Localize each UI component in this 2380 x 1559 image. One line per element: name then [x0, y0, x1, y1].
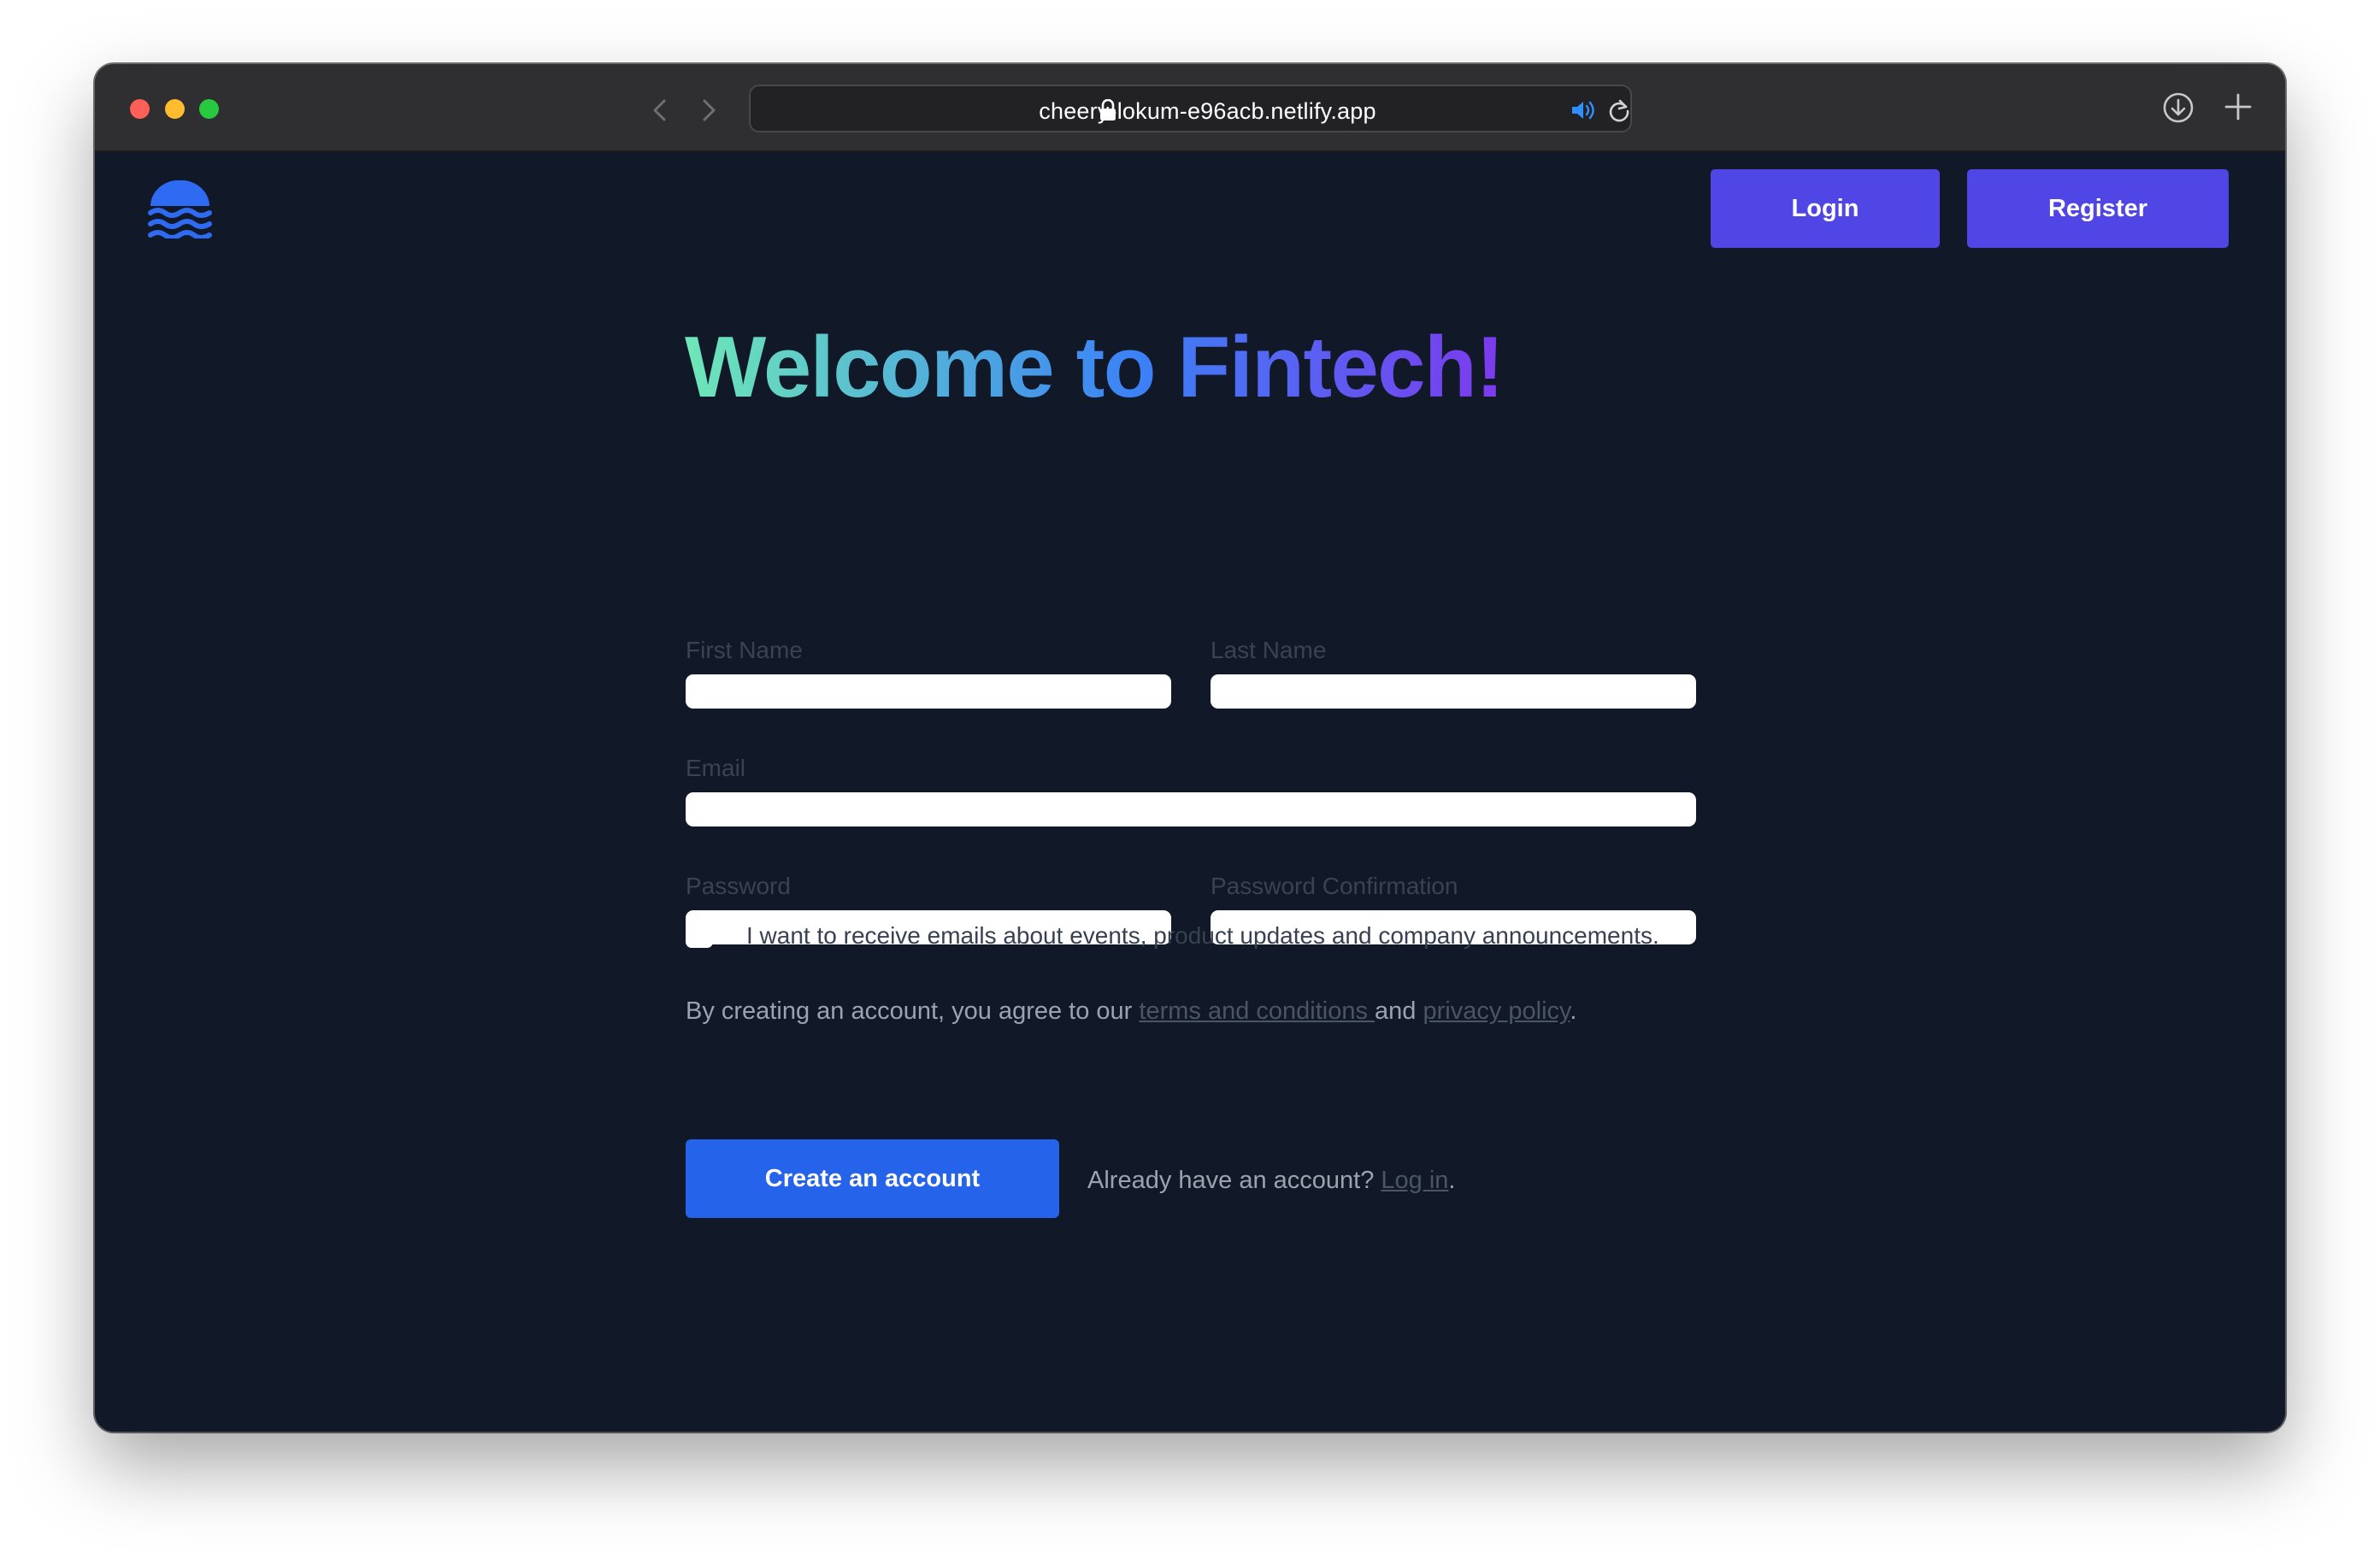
new-tab-icon[interactable] — [2224, 92, 2253, 121]
browser-toolbar: cheery-lokum-e96acb.netlify.app — [95, 64, 2285, 152]
first-name-label: First Name — [686, 637, 803, 663]
email-label: Email — [686, 755, 746, 781]
reload-icon[interactable] — [1606, 97, 1632, 123]
already-have-account-text: Already have an account? Log in. — [1087, 1167, 1455, 1195]
terms-suffix: . — [1570, 997, 1577, 1025]
email-field[interactable] — [686, 792, 1696, 827]
login-button[interactable]: Login — [1711, 169, 1940, 248]
url-text: cheery-lokum-e96acb.netlify.app — [1039, 98, 1376, 124]
minimize-window-button[interactable] — [165, 99, 185, 119]
terms-text: By creating an account, you agree to our… — [686, 997, 1576, 1026]
marketing-checkbox[interactable] — [686, 921, 713, 948]
speaker-icon[interactable] — [1570, 98, 1597, 122]
marketing-label: I want to receive emails about events, p… — [746, 922, 1659, 949]
create-account-button[interactable]: Create an account — [686, 1139, 1059, 1218]
terms-prefix: By creating an account, you agree to our — [686, 997, 1140, 1025]
zoom-window-button[interactable] — [199, 99, 219, 119]
first-name-field[interactable] — [686, 674, 1171, 709]
last-name-field[interactable] — [1211, 674, 1696, 709]
terms-link[interactable]: terms and conditions — [1139, 997, 1375, 1025]
password-confirmation-label: Password Confirmation — [1211, 873, 1458, 899]
page-title: Welcome to Fintech! — [685, 320, 1505, 415]
password-label: Password — [686, 873, 791, 899]
waves-logo-icon[interactable] — [147, 179, 213, 240]
browser-window: cheery-lokum-e96acb.netlify.app Login Re… — [95, 64, 2285, 1432]
forward-icon[interactable] — [691, 93, 725, 127]
already-suffix: . — [1448, 1167, 1456, 1194]
last-name-label: Last Name — [1211, 637, 1327, 663]
log-in-link[interactable]: Log in — [1381, 1167, 1448, 1194]
register-button[interactable]: Register — [1967, 169, 2229, 248]
download-icon[interactable] — [2161, 91, 2195, 125]
close-window-button[interactable] — [130, 99, 150, 119]
back-icon[interactable] — [644, 93, 678, 127]
privacy-policy-link[interactable]: privacy policy — [1423, 997, 1570, 1025]
already-prefix: Already have an account? — [1087, 1167, 1381, 1194]
page-content: Login Register Welcome to Fintech! First… — [95, 152, 2285, 1432]
address-bar[interactable]: cheery-lokum-e96acb.netlify.app — [749, 85, 1632, 132]
terms-middle: and — [1375, 997, 1423, 1025]
